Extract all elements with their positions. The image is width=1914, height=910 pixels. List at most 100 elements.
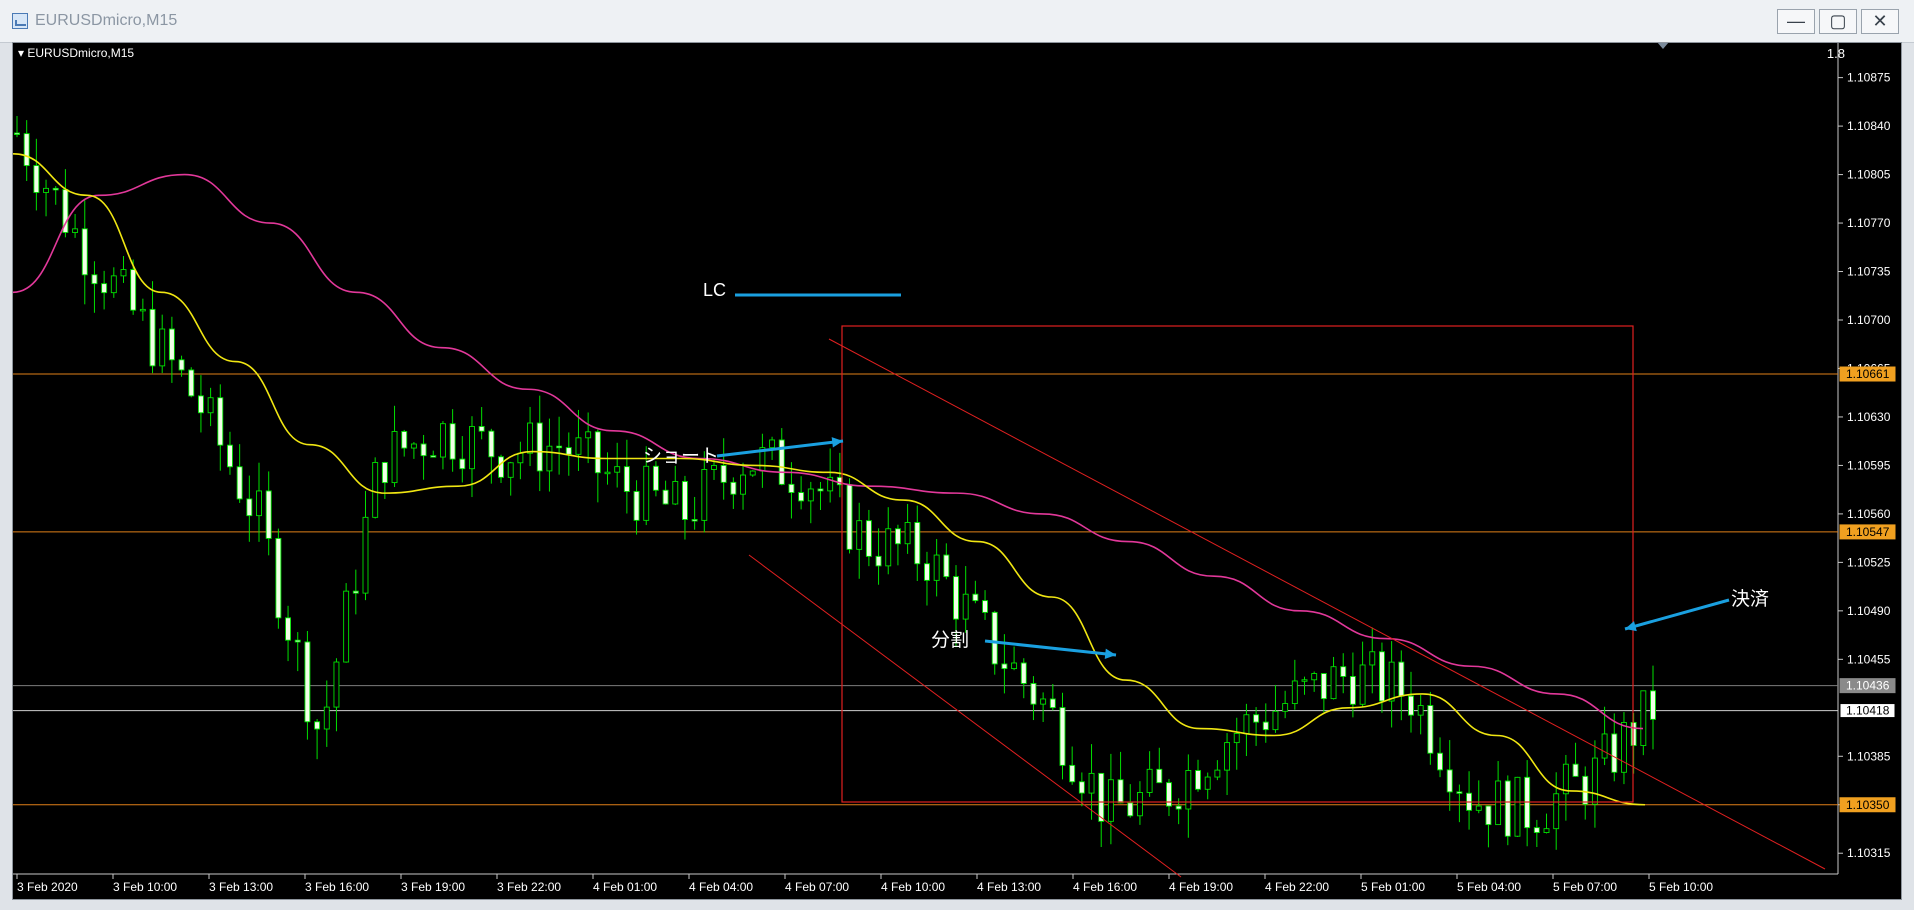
- candle-body: [1049, 698, 1056, 709]
- candle: [817, 481, 824, 511]
- candle: [420, 434, 427, 480]
- candle: [885, 507, 892, 575]
- candle-body: [1369, 651, 1376, 666]
- candle-body: [894, 528, 901, 545]
- candle-body: [1601, 733, 1608, 759]
- candle-body: [81, 228, 88, 276]
- candle: [536, 395, 543, 492]
- y-tick-label: 1.10770: [1847, 216, 1891, 230]
- candle: [1204, 772, 1211, 800]
- trade-range-box: [841, 325, 1634, 803]
- candle-body: [1011, 662, 1018, 670]
- candle: [149, 281, 156, 374]
- y-tick-label: 1.10840: [1847, 119, 1891, 133]
- candle-body: [23, 133, 30, 167]
- candle-body: [1040, 698, 1047, 705]
- candle-body: [1591, 757, 1598, 805]
- candle-body: [614, 466, 621, 473]
- candle-body: [159, 328, 166, 367]
- window-titlebar: EURUSDmicro,M15 — ▢ ✕: [0, 0, 1914, 43]
- candle: [391, 405, 398, 488]
- candle: [1195, 759, 1201, 792]
- candle: [1640, 690, 1647, 756]
- candle-body: [1650, 690, 1656, 720]
- x-tick-label: 3 Feb 2020: [17, 880, 78, 894]
- candle: [527, 406, 534, 467]
- candle-body: [130, 269, 137, 311]
- candle: [1059, 692, 1066, 780]
- candle-body: [933, 554, 940, 581]
- price-tag-label: 1.10547: [1846, 525, 1890, 539]
- candle-body: [1640, 690, 1647, 746]
- candle-body: [962, 593, 969, 620]
- candle: [217, 384, 224, 471]
- annotation-split: 分割: [931, 629, 969, 651]
- candle: [1524, 760, 1531, 847]
- candle-body: [1456, 791, 1463, 794]
- candle-body: [682, 481, 688, 520]
- candle-body: [1630, 722, 1637, 746]
- candle: [730, 477, 737, 509]
- candle-body: [285, 617, 292, 641]
- candle: [1330, 656, 1337, 700]
- candle-body: [982, 600, 988, 613]
- candle-body: [1388, 661, 1395, 702]
- candle: [314, 719, 321, 760]
- candle-body: [740, 474, 746, 495]
- candle-body: [701, 469, 708, 521]
- candle: [1291, 659, 1298, 710]
- chart-window-icon: [12, 13, 28, 29]
- candle: [682, 475, 688, 540]
- candle-body: [101, 283, 108, 294]
- x-tick-label: 3 Feb 10:00: [113, 880, 177, 894]
- candle: [352, 569, 359, 615]
- candle: [1156, 747, 1163, 784]
- y-tick-label: 1.10490: [1847, 604, 1891, 618]
- candle-body: [1146, 768, 1153, 793]
- candle: [1049, 683, 1056, 711]
- minimize-button[interactable]: —: [1777, 9, 1815, 34]
- candle-body: [517, 452, 524, 464]
- candle-body: [401, 431, 408, 449]
- candle-body: [469, 426, 475, 470]
- candle-body: [1340, 666, 1347, 677]
- candle-body: [449, 423, 456, 460]
- candle-body: [1398, 661, 1405, 697]
- candle: [614, 442, 621, 488]
- maximize-button[interactable]: ▢: [1819, 9, 1857, 34]
- candle: [546, 418, 553, 492]
- price-chart[interactable]: 1.10875 1.10840 1.10805 1.10770 1.10735 1.107…: [13, 43, 1902, 900]
- candle-body: [1020, 662, 1027, 684]
- candle-body: [623, 466, 630, 492]
- candle-body: [565, 447, 572, 455]
- close-button[interactable]: ✕: [1861, 9, 1899, 34]
- candle-body: [1378, 651, 1385, 702]
- candle: [101, 270, 108, 310]
- candle: [1533, 819, 1540, 847]
- candle-body: [1514, 776, 1521, 837]
- candle-body: [788, 483, 795, 493]
- candle-body: [14, 132, 20, 135]
- candle: [1030, 676, 1037, 721]
- annotation-lc: LC: [703, 280, 726, 300]
- candle: [1456, 784, 1463, 823]
- x-tick-label: 5 Feb 10:00: [1649, 880, 1713, 894]
- price-tag-label: 1.10350: [1846, 798, 1890, 812]
- candle: [256, 462, 262, 542]
- y-tick-label: 1.10385: [1847, 749, 1891, 763]
- candle-body: [72, 228, 79, 233]
- candle: [759, 433, 766, 488]
- candle-body: [1136, 792, 1143, 817]
- y-tick-label: 1.10630: [1847, 410, 1891, 424]
- candle-body: [953, 576, 959, 620]
- candle-body: [1621, 722, 1627, 773]
- candle-body: [1253, 714, 1260, 723]
- chart-area[interactable]: ▾ EURUSDmicro,M15 1.8 1.10875 1.10840 1.10…: [12, 42, 1902, 900]
- candle-body: [478, 426, 485, 432]
- candle: [449, 409, 456, 472]
- x-tick-label: 3 Feb 13:00: [209, 880, 273, 894]
- candle-body: [594, 431, 601, 474]
- candle-body: [1582, 775, 1589, 805]
- candle-body: [188, 369, 195, 397]
- candle-body: [333, 661, 340, 708]
